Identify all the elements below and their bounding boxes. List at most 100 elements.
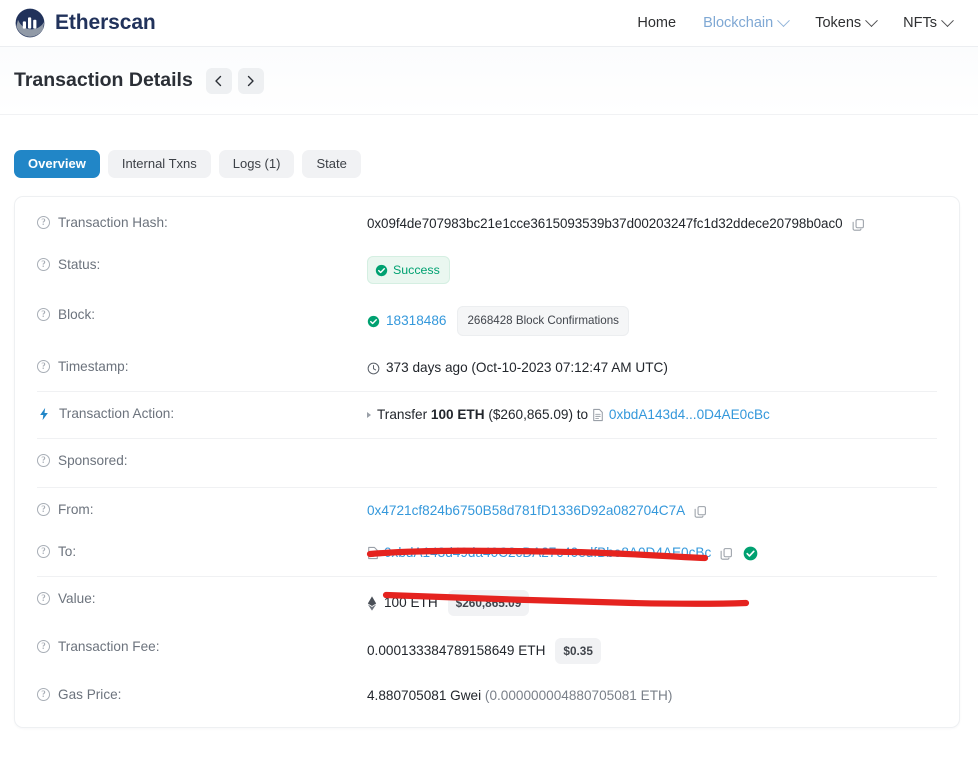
timestamp-value: 373 days ago (Oct-10-2023 07:12:47 AM UT… <box>386 360 668 375</box>
expand-triangle-icon[interactable] <box>367 412 371 418</box>
verified-contract-icon <box>743 546 758 560</box>
page-title-bar: Transaction Details <box>0 47 978 115</box>
chevron-down-icon <box>941 13 954 27</box>
label-text: Transaction Action: <box>59 406 175 421</box>
tab-internal-txns[interactable]: Internal Txns <box>107 150 211 178</box>
row-gas-price: ? Gas Price: 4.880705081 Gwei (0.0000000… <box>15 675 959 717</box>
nav-item-tokens[interactable]: Tokens <box>815 13 879 31</box>
nav-item-label: NFTs <box>903 15 937 31</box>
row-value: 4.880705081 Gwei (0.000000004880705081 E… <box>367 686 939 706</box>
gas-price-gwei: 4.880705081 Gwei <box>367 688 482 703</box>
nav-item-label: Tokens <box>815 15 862 31</box>
row-value-amount: ? Value: 100 ETH $260,865.09 <box>15 579 959 627</box>
action-usd: ($260,865.09) <box>488 407 573 422</box>
row-sponsored: ? Sponsored: <box>15 441 959 485</box>
copy-icon[interactable] <box>852 218 865 231</box>
row-value: Success <box>367 256 939 284</box>
value-eth: 100 ETH <box>384 595 438 610</box>
tab-logs[interactable]: Logs (1) <box>218 150 295 178</box>
to-address-link[interactable]: 0xbdA143d49da40C2cDA27c40edfBbe8A0D4AE0c… <box>384 543 711 563</box>
contract-document-icon <box>368 546 378 560</box>
etherscan-transaction-page: Etherscan Home Blockchain Tokens NFTs Tr… <box>0 0 978 758</box>
row-transaction-action: Transaction Action: Transfer 100 ETH ($2… <box>15 394 959 436</box>
page-title: Transaction Details <box>14 69 193 91</box>
chevron-left-icon <box>215 75 222 86</box>
chevron-down-icon <box>865 13 879 27</box>
clock-icon <box>367 362 380 374</box>
transaction-hash-value: 0x09f4de707983bc21e1cce3615093539b37d002… <box>367 216 843 231</box>
help-icon[interactable]: ? <box>37 592 50 605</box>
site-header: Etherscan Home Blockchain Tokens NFTs <box>0 0 978 47</box>
main-nav: Home Blockchain Tokens NFTs <box>637 13 960 31</box>
label-text: To: <box>58 544 77 559</box>
transaction-fee-usd-badge: $0.35 <box>555 638 601 664</box>
contract-document-icon <box>593 408 603 422</box>
help-icon[interactable]: ? <box>37 503 50 516</box>
tab-label: Overview <box>28 156 86 171</box>
block-number-link[interactable]: 18318486 <box>386 311 446 331</box>
label-text: Sponsored: <box>58 453 128 468</box>
tab-state[interactable]: State <box>302 150 361 178</box>
help-icon[interactable]: ? <box>37 216 50 229</box>
copy-icon[interactable] <box>694 505 707 518</box>
row-transaction-fee: ? Transaction Fee: 0.000133384789158649 … <box>15 627 959 675</box>
copy-icon[interactable] <box>720 547 733 560</box>
nav-item-label: Home <box>637 15 677 31</box>
gas-price-eth: (0.000000004880705081 ETH) <box>484 688 673 703</box>
etherscan-logo-icon <box>15 8 45 38</box>
lightning-bolt-icon <box>40 407 48 420</box>
record-pager <box>205 67 264 94</box>
action-address-link[interactable]: 0xbdA143d4...0D4AE0cBc <box>609 405 770 425</box>
action-to-word: to <box>576 407 589 422</box>
label-text: Transaction Fee: <box>58 639 160 654</box>
row-label: ? Value: <box>37 590 367 606</box>
status-badge: Success <box>367 256 450 284</box>
nav-item-nfts[interactable]: NFTs <box>903 13 954 31</box>
nav-item-home[interactable]: Home <box>637 15 676 31</box>
divider <box>37 391 937 392</box>
help-icon[interactable]: ? <box>37 454 50 467</box>
tab-label: State <box>316 156 347 171</box>
row-value: 0x09f4de707983bc21e1cce3615093539b37d002… <box>367 214 939 234</box>
divider <box>37 487 937 488</box>
label-text: Gas Price: <box>58 687 122 702</box>
row-label: ? Status: <box>37 256 367 272</box>
transaction-overview-card: ? Transaction Hash: 0x09f4de707983bc21e1… <box>14 196 960 728</box>
label-text: Value: <box>58 591 96 606</box>
row-label: ? From: <box>37 501 367 517</box>
help-icon[interactable]: ? <box>37 258 50 271</box>
row-label: ? Transaction Fee: <box>37 638 367 654</box>
divider <box>37 576 937 577</box>
row-label: ? Transaction Hash: <box>37 214 367 230</box>
previous-transaction-button[interactable] <box>205 67 232 94</box>
brand-logo-link[interactable]: Etherscan <box>14 7 156 39</box>
nav-item-blockchain[interactable]: Blockchain <box>703 13 791 31</box>
nav-item-label: Blockchain <box>703 15 774 31</box>
row-value: Transfer 100 ETH ($260,865.09) to 0xbdA1… <box>367 405 939 425</box>
row-value: 0xbdA143d49da40C2cDA27c40edfBbe8A0D4AE0c… <box>367 543 939 563</box>
row-value: 0.000133384789158649 ETH $0.35 <box>367 638 939 664</box>
row-value: 0x4721cf824b6750B58d781fD1336D92a082704C… <box>367 501 939 521</box>
row-label: ? Sponsored: <box>37 452 367 468</box>
row-label: Transaction Action: <box>37 405 367 421</box>
row-label: ? Gas Price: <box>37 686 367 702</box>
row-from: ? From: 0x4721cf824b6750B58d781fD1336D92… <box>15 490 959 532</box>
help-icon[interactable]: ? <box>37 640 50 653</box>
help-icon[interactable]: ? <box>37 308 50 321</box>
from-address-link[interactable]: 0x4721cf824b6750B58d781fD1336D92a082704C… <box>367 501 685 521</box>
next-transaction-button[interactable] <box>237 67 264 94</box>
help-icon[interactable]: ? <box>37 360 50 373</box>
check-circle-icon <box>367 315 380 327</box>
row-block: ? Block: 18318486 2668428 Block Confirma… <box>15 295 959 347</box>
help-icon[interactable]: ? <box>37 688 50 701</box>
row-status: ? Status: Success <box>15 245 959 295</box>
chevron-down-icon <box>777 13 791 27</box>
label-text: From: <box>58 502 94 517</box>
label-text: Transaction Hash: <box>58 215 168 230</box>
tab-overview[interactable]: Overview <box>14 150 100 178</box>
help-icon[interactable]: ? <box>37 545 50 558</box>
tab-bar: Overview Internal Txns Logs (1) State <box>0 115 978 178</box>
row-label: ? To: <box>37 543 367 559</box>
label-text: Block: <box>58 307 96 322</box>
brand-name: Etherscan <box>55 11 156 34</box>
